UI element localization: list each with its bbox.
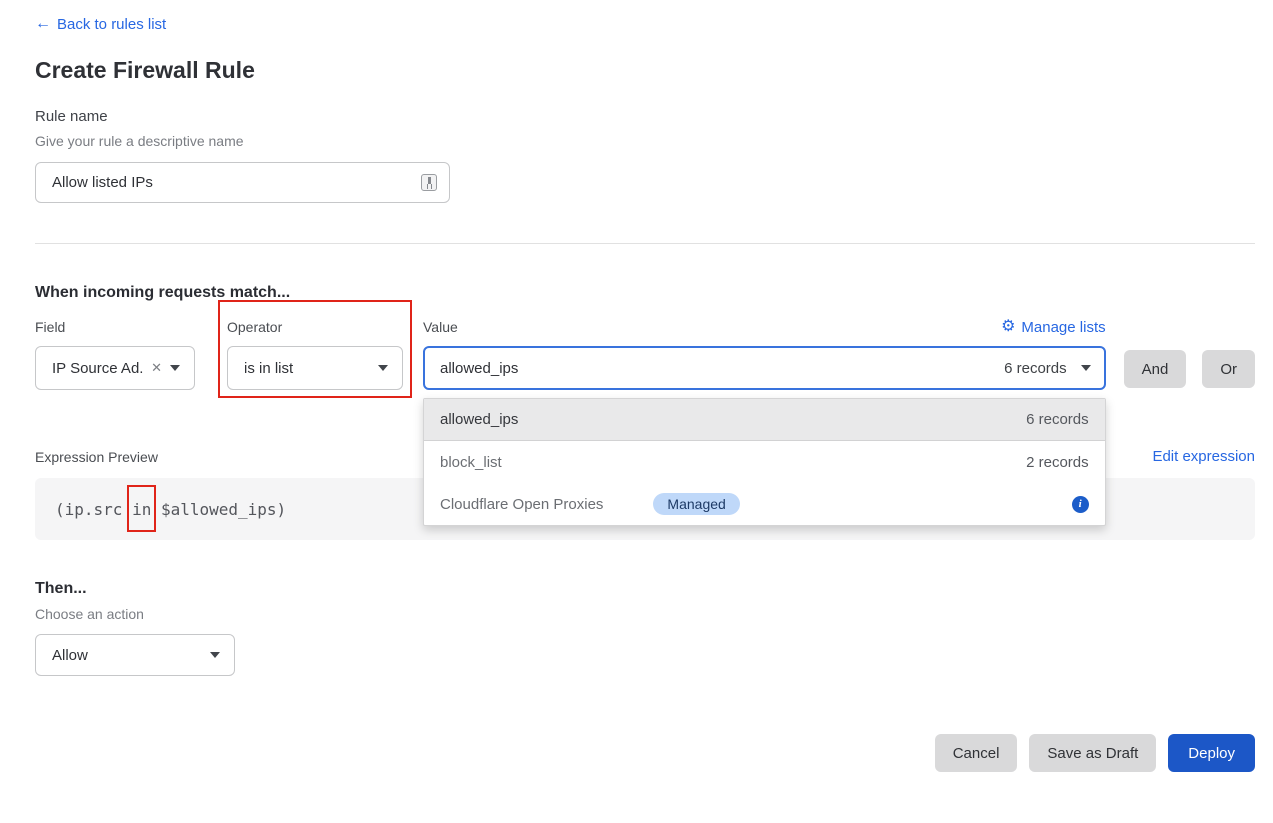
list-option-block-list[interactable]: block_list 2 records (424, 441, 1105, 483)
rule-name-label: Rule name (35, 108, 1255, 125)
condition-row: Field IP Source Ad... ✕ Operator is in l… (35, 316, 1255, 390)
chevron-down-icon (378, 365, 388, 371)
lists-dropdown: allowed_ips 6 records block_list 2 recor… (423, 398, 1106, 526)
manage-lists-label: Manage lists (1021, 319, 1105, 336)
value-select[interactable]: allowed_ips 6 records (423, 346, 1106, 390)
and-button[interactable]: And (1124, 350, 1187, 388)
list-option-records: 6 records (1026, 411, 1089, 428)
list-option-name: block_list (440, 454, 502, 471)
operator-column: Operator is in list (227, 316, 403, 390)
managed-badge: Managed (653, 493, 739, 515)
edit-expression-link[interactable]: Edit expression (1152, 448, 1255, 465)
action-hint: Choose an action (35, 606, 1255, 622)
gear-icon: ⚙ (1001, 319, 1015, 335)
footer-actions: Cancel Save as Draft Deploy (35, 734, 1255, 772)
clear-field-icon[interactable]: ✕ (151, 360, 162, 376)
back-to-rules-link[interactable]: ← Back to rules list (35, 15, 166, 33)
back-arrow-icon: ← (35, 15, 51, 33)
save-as-draft-button[interactable]: Save as Draft (1029, 734, 1156, 772)
cancel-button[interactable]: Cancel (935, 734, 1018, 772)
match-heading: When incoming requests match... (35, 284, 1255, 302)
back-link-label: Back to rules list (57, 16, 166, 33)
page-title: Create Firewall Rule (35, 57, 1255, 84)
expression-preview-label: Expression Preview (35, 449, 158, 465)
expression-code-post: $allowed_ips) (151, 500, 286, 519)
deploy-button[interactable]: Deploy (1168, 734, 1255, 772)
rule-name-value: Allow listed IPs (52, 174, 421, 191)
rule-name-input[interactable]: Allow listed IPs (35, 162, 450, 203)
action-select[interactable]: Allow (35, 634, 235, 676)
section-divider (35, 243, 1255, 244)
list-option-cloudflare-open-proxies[interactable]: Cloudflare Open Proxies Managed i (424, 483, 1105, 525)
rule-name-hint: Give your rule a descriptive name (35, 133, 1255, 149)
autofill-icon (421, 174, 437, 191)
field-label: Field (35, 316, 195, 338)
manage-lists-link[interactable]: ⚙ Manage lists (1001, 319, 1106, 336)
field-select-value: IP Source Ad... (52, 360, 143, 377)
operator-select[interactable]: is in list (227, 346, 403, 390)
operator-select-value: is in list (244, 360, 293, 377)
action-select-value: Allow (52, 647, 88, 664)
list-option-name: Cloudflare Open Proxies (440, 496, 603, 513)
expression-code-pre: (ip.src (55, 500, 132, 519)
field-column: Field IP Source Ad... ✕ (35, 316, 195, 390)
value-record-count: 6 records (1004, 360, 1067, 377)
or-button[interactable]: Or (1202, 350, 1255, 388)
chevron-down-icon (210, 652, 220, 658)
chevron-down-icon (170, 365, 180, 371)
create-firewall-rule-page: ← Back to rules list Create Firewall Rul… (0, 0, 1273, 772)
value-label: Value (423, 316, 458, 338)
value-column: Value ⚙ Manage lists allowed_ips 6 recor… (423, 316, 1106, 390)
field-select[interactable]: IP Source Ad... ✕ (35, 346, 195, 390)
list-option-records: 2 records (1026, 454, 1089, 471)
expression-code-in: in (132, 500, 151, 519)
list-option-allowed-ips[interactable]: allowed_ips 6 records (424, 399, 1105, 441)
info-icon[interactable]: i (1072, 496, 1089, 513)
operator-label: Operator (227, 316, 403, 338)
value-select-value: allowed_ips (440, 360, 518, 377)
chevron-down-icon (1081, 365, 1091, 371)
list-option-name: allowed_ips (440, 411, 518, 428)
then-heading: Then... (35, 580, 1255, 598)
